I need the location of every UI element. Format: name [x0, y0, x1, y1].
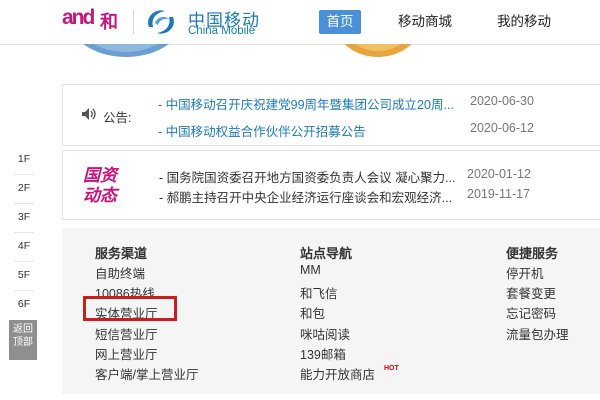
- site-nav-link[interactable]: 和飞信: [300, 283, 338, 302]
- notice-label: 公告:: [103, 111, 132, 125]
- china-mobile-logo-icon[interactable]: [143, 5, 179, 39]
- top-header: and 和 中国移动 China Mobile 首页 移动商城 我的移动: [0, 0, 600, 45]
- quick-service-link[interactable]: 套餐变更: [506, 283, 556, 302]
- nav-home[interactable]: 首页: [319, 10, 361, 34]
- news-date: 2020-01-12: [467, 167, 531, 181]
- quick-service-link[interactable]: 忘记密码: [506, 303, 556, 322]
- quick-service-link[interactable]: 停开机: [506, 263, 544, 282]
- service-channel-link[interactable]: 客户端/掌上营业厅: [95, 364, 198, 383]
- floor-nav-item[interactable]: 2F: [6, 174, 42, 202]
- service-channel-link[interactable]: 短信营业厅: [95, 324, 158, 343]
- and-logo-text: and: [62, 6, 95, 29]
- site-nav-link[interactable]: 能力开放商店: [300, 364, 375, 383]
- speaker-icon: [82, 108, 96, 120]
- he-logo[interactable]: 和: [100, 8, 118, 34]
- news-link[interactable]: - 郝鹏主持召开中央企业经济运行座谈会和宏观经济...: [159, 187, 452, 206]
- sasac-news-panel: 国资 动态 - 国务院国资委召开地方国资委负责人会议 凝心聚力... 2020-…: [62, 150, 600, 220]
- news-link[interactable]: - 国务院国资委召开地方国资委负责人会议 凝心聚力...: [159, 167, 456, 186]
- logo-divider: [133, 10, 134, 34]
- notice-link[interactable]: - 中国移动权益合作伙伴公开招募公告: [158, 121, 366, 140]
- column-title-service-channels: 服务渠道: [95, 246, 148, 261]
- sasac-news-label[interactable]: 国资 动态: [83, 166, 133, 206]
- nav-my-mobile[interactable]: 我的移动: [497, 10, 551, 34]
- floor-nav-item[interactable]: 3F: [6, 203, 42, 231]
- back-to-top-button[interactable]: 返回 顶部: [9, 320, 37, 360]
- column-title-quick-services: 便捷服务: [506, 246, 559, 261]
- site-nav-link[interactable]: 139邮箱: [300, 344, 346, 363]
- floor-nav-item[interactable]: 6F: [6, 290, 42, 318]
- quick-service-link[interactable]: 流量包办理: [506, 324, 569, 343]
- site-nav-link[interactable]: 咪咕阅读: [300, 324, 350, 343]
- site-nav-link[interactable]: MM: [300, 263, 321, 277]
- service-channel-link[interactable]: 自助终端: [95, 263, 145, 282]
- sasac-news-label-line: 动态: [83, 186, 117, 205]
- floor-nav-item[interactable]: 1F: [6, 145, 42, 173]
- floor-nav-item[interactable]: 4F: [6, 232, 42, 260]
- back-to-top-label: 返回: [13, 324, 33, 335]
- banner-circle-image[interactable]: [333, 44, 423, 58]
- back-to-top-label: 顶部: [13, 337, 33, 348]
- china-mobile-name-en: China Mobile: [188, 25, 256, 37]
- notice-link[interactable]: - 中国移动召开庆祝建党99周年暨集团公司成立20周...: [158, 94, 454, 113]
- column-title-site-nav: 站点导航: [300, 246, 353, 261]
- sasac-news-label-line: 国资: [83, 166, 117, 185]
- site-nav-link[interactable]: 和包: [300, 303, 325, 322]
- service-channel-link[interactable]: 网上营业厅: [95, 344, 158, 363]
- hot-badge: HOT: [384, 365, 399, 372]
- nav-mall[interactable]: 移动商城: [398, 10, 452, 34]
- notice-date: 2020-06-30: [470, 94, 534, 108]
- notice-panel: 公告: - 中国移动召开庆祝建党99周年暨集团公司成立20周... 2020-0…: [62, 84, 600, 146]
- floor-nav-item[interactable]: 5F: [6, 261, 42, 289]
- and-logo[interactable]: and: [62, 6, 95, 30]
- news-date: 2019-11-17: [467, 187, 531, 201]
- banner-circle-image[interactable]: [65, 44, 187, 58]
- notice-date: 2020-06-12: [470, 121, 534, 135]
- highlight-box: [83, 296, 177, 321]
